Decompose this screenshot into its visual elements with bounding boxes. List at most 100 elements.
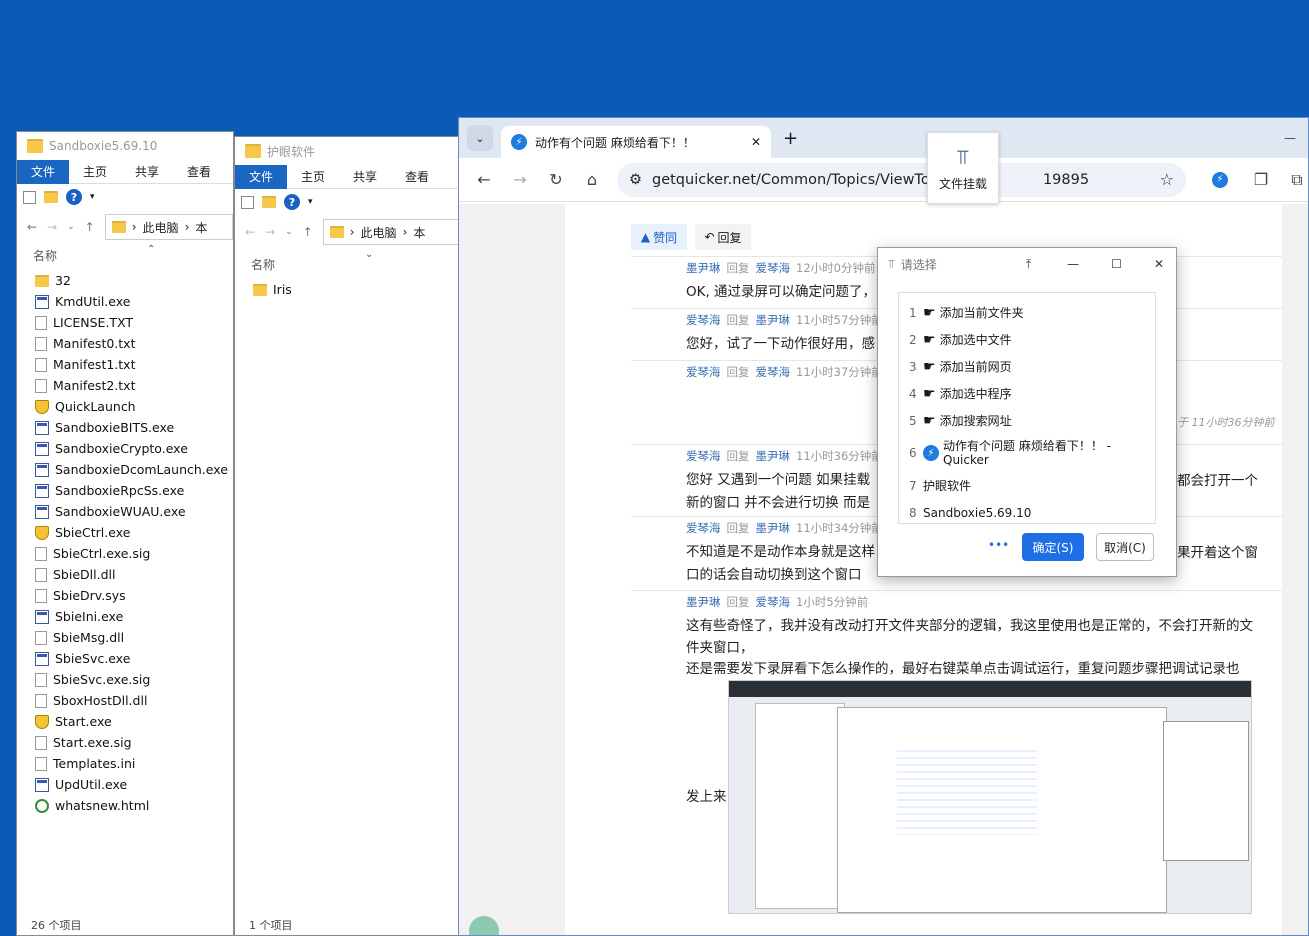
recent-icon[interactable]: ⌄ [67, 222, 75, 232]
maximize-icon[interactable]: ☐ [1111, 257, 1122, 271]
recent-icon[interactable]: ⌄ [285, 227, 293, 237]
file-item[interactable]: SbieCtrl.exe [35, 522, 233, 543]
tab-search-button[interactable]: ⌄ [467, 125, 493, 151]
author-link[interactable]: 墨尹琳 [686, 594, 721, 610]
dropdown-icon[interactable]: ▾ [308, 197, 313, 207]
file-item[interactable]: SandboxieDcomLaunch.exe [35, 459, 233, 480]
properties-icon[interactable] [241, 195, 254, 209]
minimize-icon[interactable]: — [1067, 257, 1079, 271]
file-item[interactable]: SbieSvc.exe [35, 648, 233, 669]
reply-to-link[interactable]: 墨尹琳 [756, 312, 791, 328]
reply-to-link[interactable]: 爱琴海 [756, 364, 791, 380]
file-item[interactable]: UpdUtil.exe [35, 774, 233, 795]
file-item[interactable]: 32 [35, 270, 233, 291]
bookmark-star-icon[interactable]: ☆ [1160, 170, 1174, 189]
cancel-button[interactable]: 取消(C) [1096, 533, 1154, 561]
author-link[interactable]: 爱琴海 [686, 364, 721, 380]
dropdown-icon[interactable]: ▾ [90, 192, 95, 202]
option-item[interactable]: 8 Sandboxie5.69.10 [899, 499, 1155, 526]
file-item[interactable]: SandboxieBITS.exe [35, 417, 233, 438]
explorer-titlebar[interactable]: 护眼软件 [235, 137, 459, 165]
file-item[interactable]: LICENSE.TXT [35, 312, 233, 333]
quicker-extension-icon[interactable]: ⚡ [1212, 171, 1228, 188]
dialog-titlebar[interactable]: ⫪ 请选择 ⤒ — ☐ ✕ [878, 248, 1176, 280]
column-header-name[interactable]: 名称 ⌄ [235, 249, 459, 273]
file-item[interactable]: SbieIni.exe [35, 606, 233, 627]
file-item[interactable]: SbieMsg.dll [35, 627, 233, 648]
file-item[interactable]: Manifest2.txt [35, 375, 233, 396]
reload-icon[interactable]: ↻ [545, 170, 567, 189]
option-item[interactable]: 5 ☛ 添加搜索网址 [899, 407, 1155, 434]
new-tab-icon[interactable]: + [783, 128, 798, 149]
author-link[interactable]: 爱琴海 [686, 448, 721, 464]
file-item[interactable]: SandboxieRpcSs.exe [35, 480, 233, 501]
help-icon[interactable]: ? [284, 194, 300, 210]
breadcrumb-local[interactable]: 本 [413, 224, 425, 241]
reply-to-link[interactable]: 爱琴海 [756, 594, 791, 610]
option-item[interactable]: 1 ☛ 添加当前文件夹 [899, 299, 1155, 326]
reply-to-link[interactable]: 爱琴海 [756, 260, 791, 276]
ribbon-tab-home[interactable]: 主页 [69, 160, 121, 184]
forward-icon[interactable]: → [509, 170, 531, 189]
minimize-icon[interactable]: — [1284, 131, 1296, 145]
file-item[interactable]: SandboxieWUAU.exe [35, 501, 233, 522]
column-header-name[interactable]: 名称 ⌃ [17, 244, 233, 264]
url-bar[interactable]: ⚙ getquicker.net/Common/Topics/ViewTopi … [617, 162, 1186, 197]
forward-icon[interactable]: → [47, 220, 57, 234]
file-item[interactable]: QuickLaunch [35, 396, 233, 417]
help-icon[interactable]: ? [66, 189, 82, 205]
option-item[interactable]: 3 ☛ 添加当前网页 [899, 353, 1155, 380]
more-options-button[interactable]: ••• [988, 538, 1009, 552]
pin-top-icon[interactable]: ⤒ [1026, 257, 1031, 272]
author-link[interactable]: 墨尹琳 [686, 260, 721, 276]
new-folder-icon[interactable] [44, 191, 58, 203]
file-item[interactable]: SbieSvc.exe.sig [35, 669, 233, 690]
up-icon[interactable]: ↑ [85, 220, 95, 234]
file-item[interactable]: KmdUtil.exe [35, 291, 233, 312]
ribbon-tab-view[interactable]: 查看 [391, 165, 443, 189]
reply-to-link[interactable]: 墨尹琳 [756, 520, 791, 536]
file-item[interactable]: whatsnew.html [35, 795, 233, 816]
ribbon-tab-view[interactable]: 查看 [173, 160, 225, 184]
option-item[interactable]: 4 ☛ 添加选中程序 [899, 380, 1155, 407]
address-bar[interactable]: › 此电脑 › 本 [322, 219, 459, 245]
file-item[interactable]: Start.exe [35, 711, 233, 732]
file-mount-button[interactable]: ⫪ 文件挂载 [927, 132, 999, 204]
home-icon[interactable]: ⌂ [581, 170, 603, 189]
breadcrumb-this-pc[interactable]: 此电脑 [361, 224, 397, 241]
file-item[interactable]: SbieCtrl.exe.sig [35, 543, 233, 564]
reply-to-link[interactable]: 墨尹琳 [756, 448, 791, 464]
screenshot-image[interactable] [728, 680, 1252, 914]
ribbon-tab-file[interactable]: 文件 [17, 159, 70, 184]
file-item[interactable]: Manifest0.txt [35, 333, 233, 354]
address-bar[interactable]: › 此电脑 › 本 [104, 214, 233, 240]
up-icon[interactable]: ↑ [303, 225, 313, 239]
author-link[interactable]: 爱琴海 [686, 312, 721, 328]
close-tab-icon[interactable]: ✕ [751, 135, 761, 149]
ribbon-tab-home[interactable]: 主页 [287, 165, 339, 189]
ok-button[interactable]: 确定(S) [1022, 533, 1084, 561]
option-item[interactable]: 7 护眼软件 [899, 472, 1155, 499]
browser-tab[interactable]: ⚡ 动作有个问题 麻烦给看下！！ ✕ [501, 126, 771, 158]
new-folder-icon[interactable] [262, 196, 276, 208]
ribbon-tab-share[interactable]: 共享 [339, 165, 391, 189]
breadcrumb-local[interactable]: 本 [195, 219, 207, 236]
file-item[interactable]: SandboxieCrypto.exe [35, 438, 233, 459]
author-link[interactable]: 爱琴海 [686, 520, 721, 536]
ribbon-tab-file[interactable]: 文件 [235, 164, 288, 189]
breadcrumb-this-pc[interactable]: 此电脑 [143, 219, 179, 236]
option-item[interactable]: 2 ☛ 添加选中文件 [899, 326, 1155, 353]
extensions-icon[interactable]: ⧉ [1286, 170, 1308, 190]
back-icon[interactable]: ← [245, 225, 255, 239]
properties-icon[interactable] [23, 190, 36, 204]
back-icon[interactable]: ← [27, 220, 37, 234]
copy-icon[interactable]: ❐ [1250, 170, 1272, 189]
file-item[interactable]: SboxHostDll.dll [35, 690, 233, 711]
site-info-icon[interactable]: ⚙ [629, 172, 642, 188]
file-item[interactable]: Iris [253, 279, 459, 300]
file-item[interactable]: Templates.ini [35, 753, 233, 774]
reply-button[interactable]: ↶ 回复 [695, 224, 751, 250]
forward-icon[interactable]: → [265, 225, 275, 239]
file-item[interactable]: Manifest1.txt [35, 354, 233, 375]
close-icon[interactable]: ✕ [1154, 257, 1164, 271]
